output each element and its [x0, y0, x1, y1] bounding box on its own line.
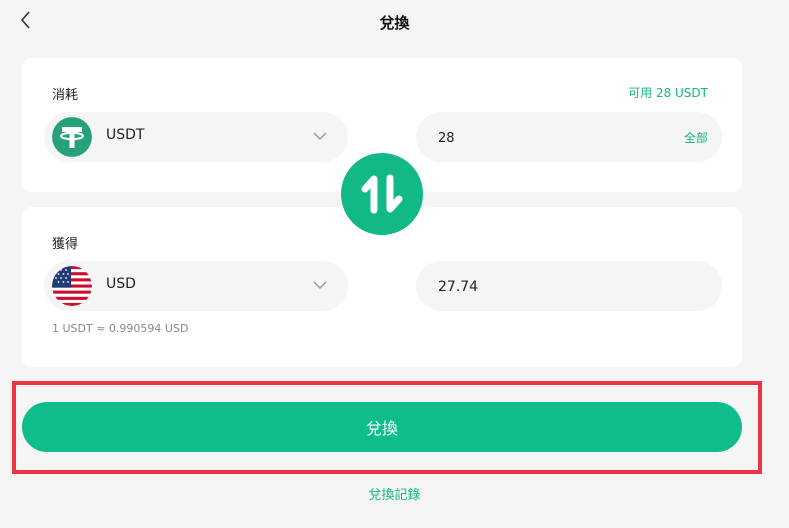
spend-label: 消耗	[52, 88, 79, 103]
available-balance: 可用 28 USDT	[628, 86, 708, 100]
chevron-down-icon	[312, 128, 328, 144]
swap-direction-button[interactable]	[341, 153, 423, 235]
spend-currency-selector[interactable]: USDT	[44, 112, 348, 162]
max-all-button[interactable]: 全部	[684, 129, 708, 146]
receive-amount-field	[416, 261, 722, 311]
exchange-history-link[interactable]: 兌換記錄	[0, 484, 789, 503]
spend-amount-field: 全部	[416, 112, 722, 162]
exchange-button[interactable]: 兌換	[22, 402, 742, 452]
chevron-down-icon	[312, 277, 328, 293]
swap-vertical-arrows-icon	[361, 174, 403, 214]
receive-amount-input[interactable]	[436, 273, 650, 301]
top-bar: 兌換	[0, 0, 789, 44]
spend-amount-input[interactable]	[436, 124, 650, 152]
receive-label: 獲得	[52, 237, 79, 252]
exchange-rate: 1 USDT ≈ 0.990594 USD	[52, 322, 189, 335]
page-title: 兌換	[379, 14, 410, 32]
spend-currency-name: USDT	[106, 127, 145, 143]
receive-currency-selector[interactable]: USD	[44, 261, 348, 311]
receive-currency-name: USD	[106, 276, 136, 292]
tether-icon	[52, 117, 92, 157]
us-flag-icon	[52, 266, 92, 306]
